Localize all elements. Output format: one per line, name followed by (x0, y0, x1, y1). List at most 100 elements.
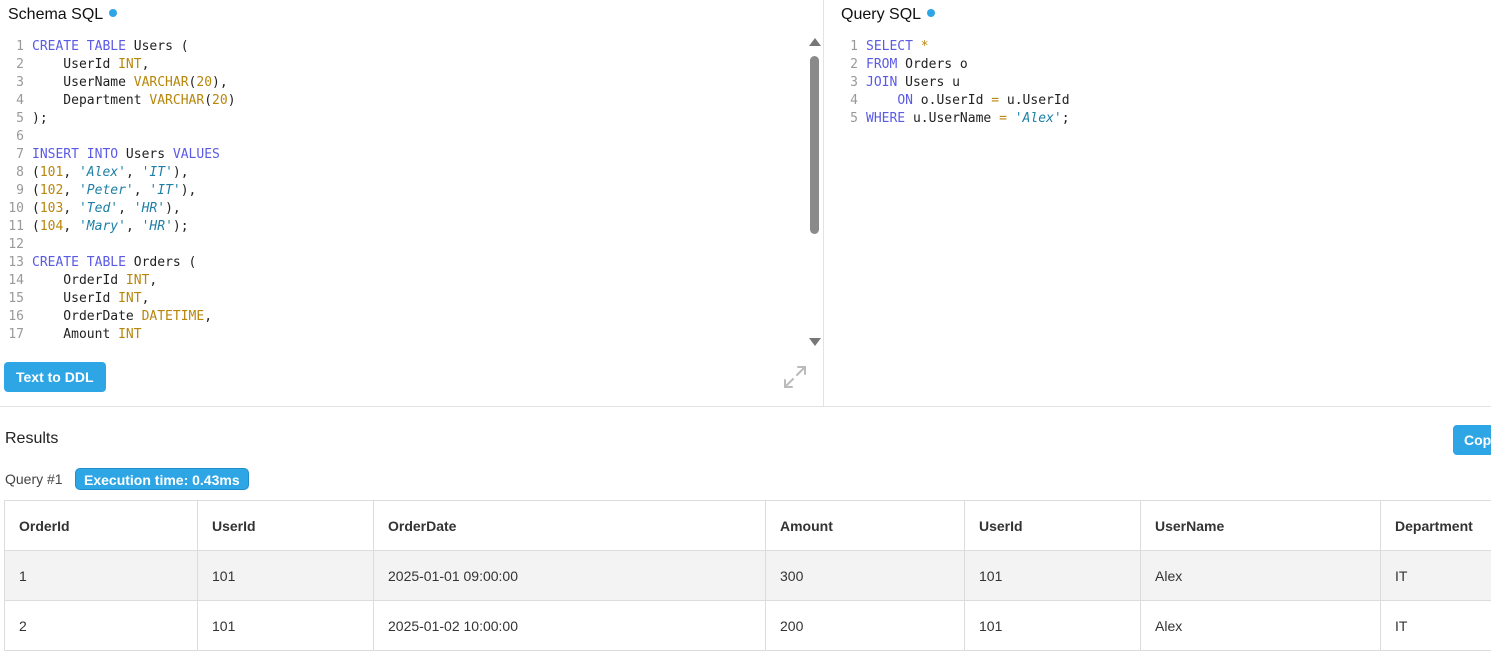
code-token: , (63, 183, 79, 198)
scroll-down-arrow-icon[interactable] (809, 338, 821, 346)
code-token: ); (172, 219, 189, 234)
copy-button[interactable]: Copy (1453, 425, 1491, 455)
table-cell: 2 (4, 600, 198, 651)
query-label: Query #1 (5, 471, 63, 487)
schema-status-dot (109, 9, 118, 17)
code-line: 4 Department VARCHAR(20) (0, 92, 806, 110)
code-line: 1 SELECT * (838, 38, 1478, 56)
table-row: 1 101 2025-01-01 09:00:00 300 101 Alex IT (4, 550, 1491, 601)
query-editor[interactable]: 1 SELECT * 2 FROM Orders o 3 JOIN Users u 4 ON… (838, 38, 1478, 158)
editors-area: Schema SQL 1 CREATE TABLE Users (2 UserId… (0, 0, 1491, 407)
code-token: , (141, 291, 150, 306)
line-number: 11 (8, 219, 24, 234)
line-number: 2 (16, 57, 24, 72)
line-number: 5 (16, 111, 24, 126)
table-cell: 101 (964, 600, 1141, 651)
code-token: 'Ted' (78, 201, 119, 216)
code-line: 14 OrderId INT, (0, 272, 806, 290)
text-to-ddl-button[interactable]: Text to DDL (4, 362, 106, 392)
code-token: CREATE (32, 255, 79, 270)
code-token: 'HR' (141, 219, 173, 234)
code-token: ), (165, 201, 181, 216)
code-token: ; (1061, 111, 1070, 126)
code-token: = (999, 111, 1007, 126)
code-token: INT (118, 327, 142, 342)
column-header: OrderId (4, 500, 198, 551)
code-token: , (63, 201, 79, 216)
line-number: 15 (8, 291, 24, 306)
code-line: 12 (0, 236, 806, 254)
code-token: 'Mary' (78, 219, 126, 234)
code-token: Users (118, 147, 173, 162)
line-number: 14 (8, 273, 24, 288)
code-token: INSERT (32, 147, 79, 162)
line-number: 4 (16, 93, 24, 108)
code-token: ( (32, 219, 40, 234)
code-token: , (118, 201, 134, 216)
line-number: 1 (850, 39, 858, 54)
code-token: JOIN (866, 75, 898, 90)
query-status-dot (927, 9, 936, 17)
code-token: 20 (212, 93, 228, 108)
code-token: ( (32, 165, 40, 180)
code-line: 3 JOIN Users u (838, 74, 1478, 92)
table-cell: IT (1380, 550, 1491, 601)
code-token: ), (212, 75, 228, 90)
scroll-up-arrow-icon[interactable] (809, 38, 821, 46)
code-token: TABLE (86, 39, 126, 54)
code-token: u.UserId (999, 93, 1070, 108)
table-cell: 2025-01-02 10:00:00 (373, 600, 766, 651)
table-cell: 101 (197, 600, 374, 651)
table-cell: IT (1380, 600, 1491, 651)
expand-icon[interactable] (783, 365, 807, 389)
column-header: Department (1380, 500, 1491, 551)
code-token: OrderId (32, 273, 126, 288)
code-line: 13 CREATE TABLE Orders ( (0, 254, 806, 272)
code-token: , (141, 57, 150, 72)
code-token: * (920, 39, 929, 54)
code-line: 1 CREATE TABLE Users ( (0, 38, 806, 56)
code-token: VARCHAR (149, 93, 205, 108)
code-token: 'Alex' (78, 165, 126, 180)
code-token: 'IT' (149, 183, 181, 198)
code-line: 7 INSERT INTO Users VALUES (0, 146, 806, 164)
code-token: , (133, 183, 150, 198)
execution-time-badge: Execution time: 0.43ms (75, 468, 249, 490)
column-header: UserId (197, 500, 374, 551)
code-token: CREATE (32, 39, 79, 54)
line-number: 7 (16, 147, 24, 162)
code-token: Amount (32, 327, 119, 342)
line-number: 16 (8, 309, 24, 324)
line-number: 13 (8, 255, 24, 270)
schema-editor[interactable]: 1 CREATE TABLE Users (2 UserId INT, 3 User… (0, 38, 806, 344)
code-token: 102 (39, 183, 64, 198)
schema-scrollbar[interactable] (808, 38, 822, 346)
code-line: 3 UserName VARCHAR(20), (0, 74, 806, 92)
table-cell: 2025-01-01 09:00:00 (373, 550, 766, 601)
code-token: , (125, 165, 142, 180)
table-cell: 1 (4, 550, 198, 601)
code-token: u.UserName (905, 111, 1000, 126)
table-cell: 300 (765, 550, 965, 601)
code-token: ON (897, 93, 913, 108)
code-token: Orders o (897, 57, 968, 72)
line-number: 8 (16, 165, 24, 180)
scroll-thumb[interactable] (810, 56, 819, 234)
line-number: 1 (16, 39, 24, 54)
line-number: 3 (850, 75, 858, 90)
query-title: Query SQL (841, 6, 936, 24)
code-token: 'HR' (133, 201, 166, 216)
code-line: 5 WHERE u.UserName = 'Alex'; (838, 110, 1478, 128)
code-token: UserName (32, 75, 134, 90)
code-token: 'IT' (141, 165, 173, 180)
code-token: ) (227, 93, 236, 108)
code-line: 11 (104, 'Mary', 'HR'); (0, 218, 806, 236)
code-token: 20 (196, 75, 213, 90)
code-line: 5); (0, 110, 806, 128)
table-cell: 101 (197, 550, 374, 601)
code-token: 'Peter' (78, 183, 134, 198)
code-line: 16 OrderDate DATETIME, (0, 308, 806, 326)
